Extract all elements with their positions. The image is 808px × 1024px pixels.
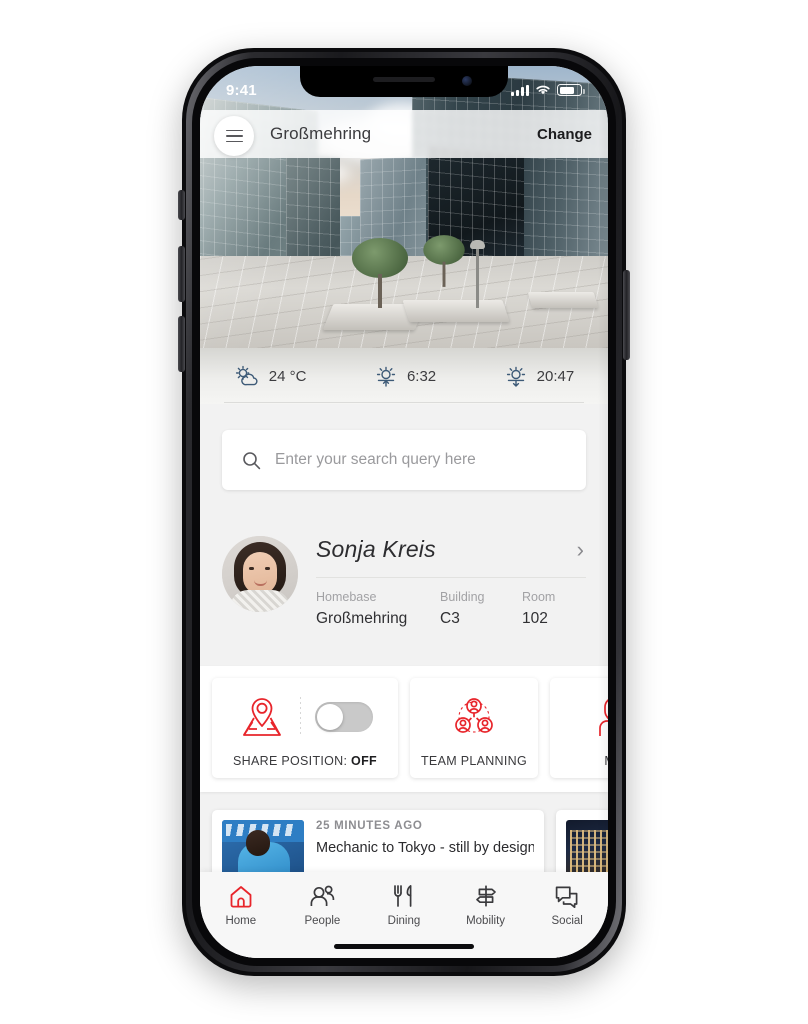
- profile-field-room: Room 102: [522, 590, 592, 628]
- weather-sunrise: 6:32: [374, 365, 436, 387]
- change-location-button[interactable]: Change: [537, 126, 592, 143]
- map-pin-icon: [242, 698, 281, 736]
- tab-label: Mobility: [466, 915, 506, 927]
- mute-switch[interactable]: [178, 190, 185, 220]
- profile-field-homebase: Homebase Großmehring: [316, 590, 440, 628]
- profile-details: Sonja Kreis › Homebase Großmehring Build…: [316, 536, 586, 628]
- phone-screen: 9:41 Großmehring Change 24 °C 6:32 20:47…: [200, 66, 608, 958]
- home-indicator[interactable]: [334, 944, 474, 949]
- quick-action-label: TEAM PLANNING: [421, 754, 527, 768]
- tab-people[interactable]: People: [282, 884, 364, 927]
- search-input[interactable]: Enter your search query here: [275, 451, 476, 469]
- sunset-icon: [506, 366, 525, 387]
- mobility-signpost-icon: [475, 885, 496, 907]
- device-notch: [300, 66, 508, 97]
- hero-bench: [527, 292, 599, 308]
- profile-field-value: Großmehring: [316, 610, 408, 627]
- hero-bench: [402, 300, 510, 322]
- weather-sunrise-value: 6:32: [406, 367, 437, 385]
- social-chat-icon: [555, 886, 578, 908]
- hero-tree: [352, 238, 408, 308]
- profile-divider: [316, 577, 586, 578]
- share-position-label-prefix: SHARE POSITION:: [233, 754, 352, 768]
- quick-actions-row[interactable]: SHARE POSITION: OFF TEAM PLANNING: [200, 678, 608, 778]
- share-position-toggle[interactable]: [314, 702, 373, 732]
- hamburger-menu-icon[interactable]: [214, 116, 254, 156]
- tab-label: Home: [225, 915, 257, 927]
- cellular-signal-icon: [511, 84, 529, 96]
- profile-field-building: Building C3: [440, 590, 522, 628]
- power-button[interactable]: [623, 270, 630, 360]
- news-timestamp: 25 MINUTES AGO: [316, 820, 423, 832]
- tab-mobility[interactable]: Mobility: [445, 884, 527, 927]
- quick-action-label: MY: [604, 754, 608, 768]
- news-photo-night-city: [566, 820, 608, 880]
- visitor-person-icon: [599, 699, 608, 736]
- weather-sunset-value: 20:47: [536, 367, 575, 385]
- profile-field-value: 102: [522, 610, 548, 627]
- tab-social[interactable]: Social: [526, 884, 608, 927]
- chevron-right-icon[interactable]: ›: [577, 537, 586, 563]
- volume-up-button[interactable]: [178, 246, 185, 302]
- news-headline: Mechanic to Tokyo - still by design: [316, 840, 534, 856]
- tab-home[interactable]: Home: [200, 884, 282, 927]
- weather-sunset: 20:47: [504, 365, 575, 387]
- quick-action-label: SHARE POSITION: OFF: [233, 754, 377, 768]
- quick-actions-section: SHARE POSITION: OFF TEAM PLANNING: [200, 666, 608, 792]
- profile-card[interactable]: Sonja Kreis › Homebase Großmehring Build…: [200, 514, 608, 648]
- location-title: Großmehring: [270, 124, 372, 143]
- quick-action-divider: [299, 697, 301, 737]
- screenshot-stage: 9:41 Großmehring Change 24 °C 6:32 20:47…: [0, 0, 808, 1024]
- partly-cloudy-icon: [235, 365, 258, 386]
- tab-label: Dining: [387, 915, 421, 927]
- search-bar[interactable]: Enter your search query here: [222, 430, 586, 490]
- status-icons: [511, 80, 585, 96]
- earpiece-speaker: [373, 77, 435, 82]
- profile-field-label: Homebase: [316, 590, 377, 604]
- tab-dining[interactable]: Dining: [363, 884, 445, 927]
- quick-action-share-position[interactable]: SHARE POSITION: OFF: [212, 678, 398, 778]
- weather-temperature-value: 24 °C: [268, 367, 307, 385]
- profile-field-label: Room: [522, 590, 556, 604]
- weather-bar: 24 °C 6:32 20:47: [200, 348, 608, 404]
- weather-divider: [224, 402, 584, 403]
- location-header-bar: Großmehring Change: [200, 110, 608, 158]
- hero-tree: [423, 235, 465, 287]
- quick-action-my-visitors[interactable]: MY: [550, 678, 608, 778]
- news-photo-athlete: [222, 820, 304, 880]
- profile-field-value: C3: [440, 610, 460, 627]
- team-group-icon: [455, 698, 493, 733]
- sunrise-icon: [376, 366, 396, 387]
- share-position-state: OFF: [351, 754, 377, 768]
- hero-street-lamp: [470, 240, 485, 308]
- profile-name: Sonja Kreis: [316, 536, 436, 562]
- weather-temperature: 24 °C: [234, 365, 307, 387]
- profile-fields: Homebase Großmehring Building C3 Room 10…: [316, 590, 586, 628]
- tab-label: Social: [551, 915, 583, 927]
- avatar: [222, 536, 298, 612]
- battery-icon: [557, 84, 585, 96]
- front-camera: [462, 76, 472, 86]
- wifi-icon: [536, 85, 550, 95]
- search-icon: [243, 451, 261, 469]
- volume-down-button[interactable]: [178, 316, 185, 372]
- dining-icon: [394, 885, 412, 907]
- quick-action-team-planning[interactable]: TEAM PLANNING: [410, 678, 538, 778]
- status-time: 9:41: [226, 81, 257, 99]
- people-icon: [310, 885, 335, 906]
- tab-label: People: [304, 915, 341, 927]
- home-icon: [230, 886, 252, 908]
- profile-field-label: Building: [440, 590, 485, 604]
